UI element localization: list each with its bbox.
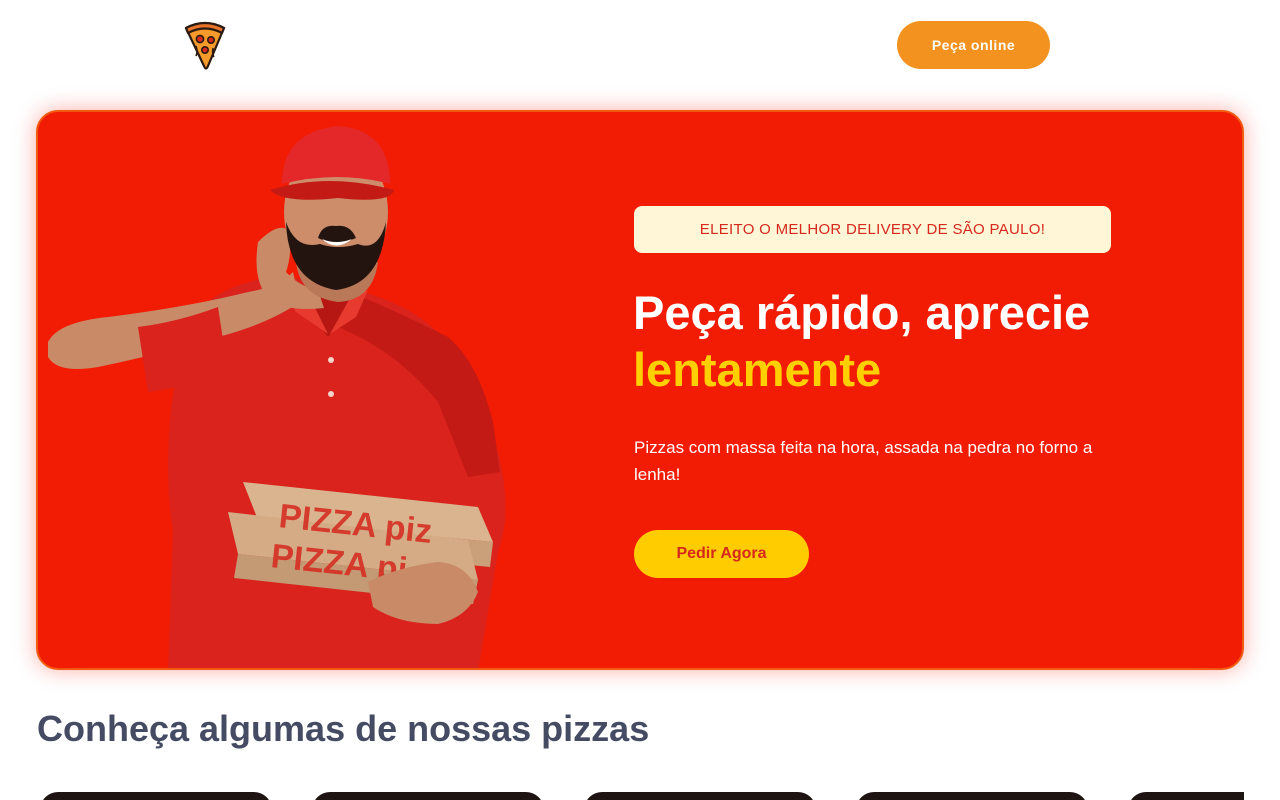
order-now-button[interactable]: Pedir Agora (634, 530, 809, 578)
hero-headline-accent: lentamente (633, 343, 882, 396)
pizza-slice-icon[interactable] (182, 18, 228, 72)
hero-subtitle: Pizzas com massa feita na hora, assada n… (634, 438, 1093, 484)
pizza-card[interactable] (584, 792, 816, 800)
delivery-man-image: PIZZA piz PIZZA pi (38, 112, 558, 668)
order-online-button[interactable]: Peça online (897, 21, 1050, 69)
pizza-card[interactable] (312, 792, 544, 800)
pizza-cards-row (0, 792, 1280, 800)
pizzas-section-title: Conheça algumas de nossas pizzas (37, 708, 650, 749)
pizza-card[interactable] (1128, 792, 1244, 800)
pizza-card[interactable] (40, 792, 272, 800)
hero-headline-line1: Peça rápido, aprecie (633, 286, 1091, 339)
hero-banner: PIZZA piz PIZZA pi ELEITO O MELHOR DELIV… (36, 110, 1244, 670)
hero-headline: Peça rápido, aprecie lentamente (633, 284, 1193, 398)
site-header: Peça online (0, 0, 1280, 90)
pizza-card[interactable] (856, 792, 1088, 800)
best-delivery-badge: ELEITO O MELHOR DELIVERY DE SÃO PAULO! (634, 206, 1111, 253)
